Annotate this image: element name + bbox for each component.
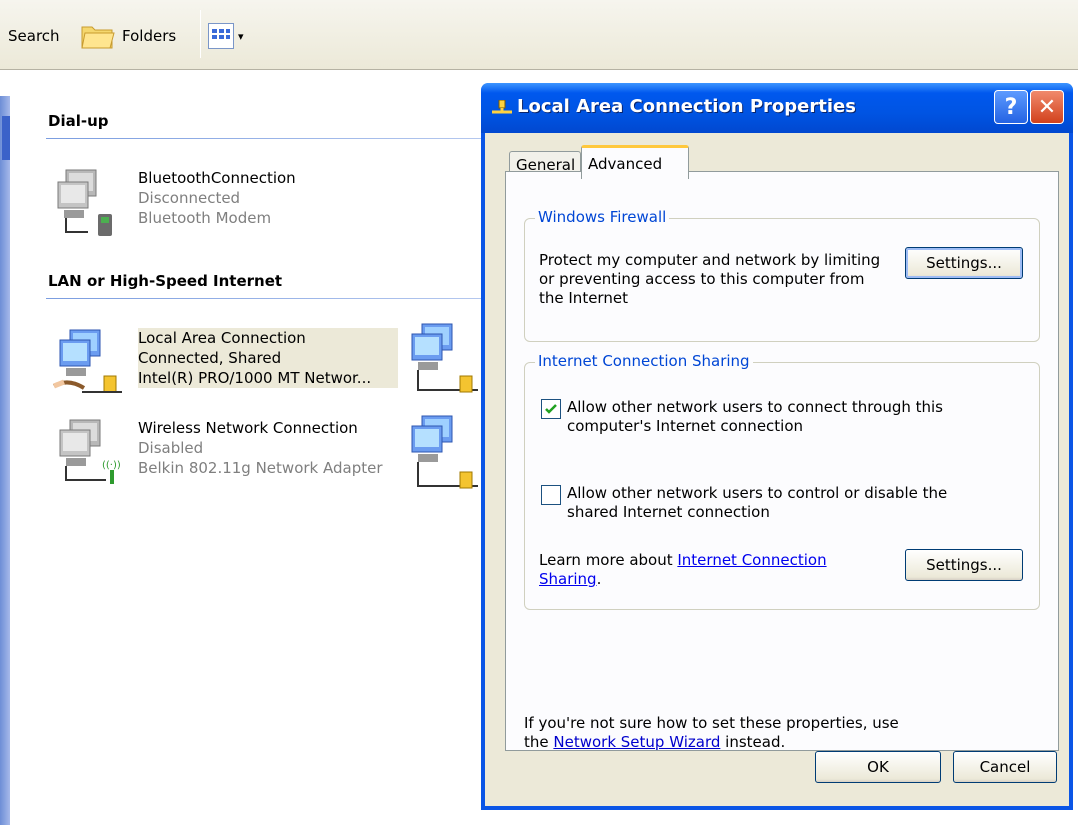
checkmark-icon [545, 404, 557, 414]
connection-status: Disconnected [138, 189, 241, 207]
connection-name: Local Area Connection [138, 329, 306, 347]
ok-button[interactable]: OK [815, 751, 941, 783]
allow-connect-label[interactable]: Allow other network users to connect thr… [567, 398, 943, 436]
ics-help-link[interactable]: Internet Connection [677, 551, 826, 569]
dialog-client-area: General Advanced Windows Firewall Protec… [485, 133, 1069, 806]
internet-connection-sharing-group: Internet Connection Sharing Allow other … [524, 352, 1040, 610]
task-pane-strip [0, 96, 10, 825]
advanced-tab-panel: Windows Firewall Protect my computer and… [505, 171, 1059, 751]
wireless-network-disabled-icon: ((·)) [59, 419, 121, 484]
firewall-settings-button[interactable]: Settings... [905, 247, 1023, 279]
folders-button[interactable]: Folders [80, 16, 176, 56]
folders-label: Folders [122, 27, 177, 45]
windows-firewall-group: Windows Firewall Protect my computer and… [524, 208, 1040, 342]
svg-text:((·)): ((·)) [102, 460, 121, 471]
connection-status: Disabled [138, 439, 204, 457]
properties-dialog: Local Area Connection Properties ? ✕ Gen… [481, 83, 1073, 810]
connection-name: BluetoothConnection [138, 169, 296, 187]
group-header-label: Dial-up [48, 112, 109, 130]
views-icon [208, 23, 234, 49]
firewall-description: Protect my computer and network by limit… [539, 251, 881, 307]
network-computer-disconnected-icon [57, 169, 112, 236]
folder-icon [81, 26, 115, 49]
cancel-button[interactable]: Cancel [953, 751, 1057, 783]
allow-connect-checkbox[interactable] [541, 399, 561, 419]
network-setup-wizard-link[interactable]: Network Setup Wizard [553, 733, 720, 751]
toolbar-separator [200, 10, 201, 58]
allow-control-label[interactable]: Allow other network users to control or … [567, 484, 947, 522]
dropdown-arrow-icon[interactable]: ▾ [238, 30, 244, 43]
close-button[interactable]: ✕ [1030, 90, 1064, 124]
groupbox-title: Internet Connection Sharing [535, 352, 753, 370]
setup-wizard-note: If you're not sure how to set these prop… [524, 714, 899, 751]
network-computer-icon [411, 323, 478, 393]
ics-help-link-cont[interactable]: Sharing [539, 570, 597, 588]
lan-connection-icon [492, 100, 512, 114]
search-button[interactable]: Search [8, 16, 60, 56]
connection-device: Belkin 802.11g Network Adapter [138, 459, 383, 477]
connection-status: Connected, Shared [138, 349, 282, 367]
tab-advanced[interactable]: Advanced [581, 145, 689, 179]
dialog-titlebar[interactable]: Local Area Connection Properties ? ✕ [481, 83, 1073, 133]
group-header-label: LAN or High-Speed Internet [48, 272, 283, 290]
learn-more-text: Learn more about Internet Connection Sha… [539, 551, 827, 588]
groupbox-title: Windows Firewall [535, 208, 670, 226]
search-label: Search [8, 27, 60, 45]
ics-settings-button[interactable]: Settings... [905, 549, 1023, 581]
explorer-toolbar: Search Folders ▾ [0, 0, 1078, 70]
connection-device: Intel(R) PRO/1000 MT Networ... [138, 369, 372, 387]
connection-name: Wireless Network Connection [138, 419, 358, 437]
views-button[interactable]: ▾ [208, 16, 244, 56]
dialog-title: Local Area Connection Properties [517, 96, 856, 117]
help-button[interactable]: ? [994, 90, 1028, 124]
network-computer-icon [411, 415, 478, 489]
connection-device: Bluetooth Modem [138, 209, 272, 227]
allow-control-checkbox[interactable] [541, 485, 561, 505]
network-shared-connection-icon [53, 329, 122, 393]
